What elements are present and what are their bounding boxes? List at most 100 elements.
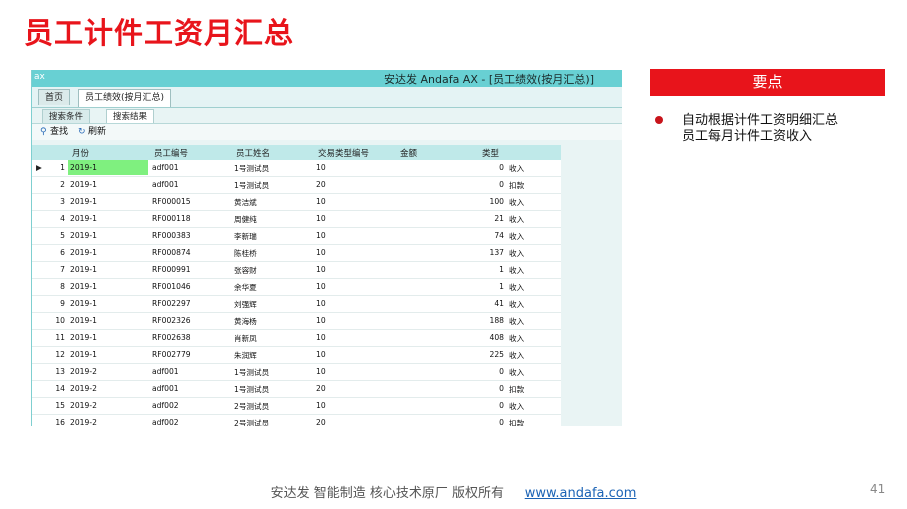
cell-transaction-type[interactable]: 10: [316, 367, 326, 376]
cell-employee-id[interactable]: RF000874: [152, 248, 191, 257]
cell-transaction-type[interactable]: 10: [316, 163, 326, 172]
table-row[interactable]: 7 2019-1 RF000991 张容财 10 1 收入: [32, 262, 561, 279]
cell-category[interactable]: 收入: [509, 214, 524, 225]
cell-category[interactable]: 收入: [509, 163, 524, 174]
cell-month[interactable]: 2019-2: [68, 367, 148, 376]
cell-month[interactable]: 2019-2: [68, 418, 148, 426]
row-number[interactable]: 16: [44, 418, 65, 426]
cell-transaction-type[interactable]: 10: [316, 248, 326, 257]
cell-month[interactable]: 2019-1: [68, 214, 148, 223]
cell-amount[interactable]: 74: [398, 231, 504, 240]
cell-employee-id[interactable]: adf001: [152, 180, 179, 189]
cell-employee-name[interactable]: 肖新凤: [234, 333, 257, 344]
column-header-employee-name[interactable]: 员工姓名: [236, 147, 270, 159]
cell-employee-id[interactable]: adf002: [152, 401, 179, 410]
row-number[interactable]: 4: [44, 214, 65, 223]
cell-amount[interactable]: 100: [398, 197, 505, 206]
cell-month[interactable]: 2019-1: [68, 265, 148, 274]
table-row[interactable]: ▶ 1 2019-1 adf001 1号测试员 10 0 收入: [32, 160, 561, 177]
cell-amount[interactable]: 1: [398, 282, 504, 291]
tab-home[interactable]: 首页: [38, 89, 71, 105]
cell-category[interactable]: 扣款: [509, 384, 524, 395]
cell-transaction-type[interactable]: 10: [316, 333, 326, 342]
cell-employee-name[interactable]: 朱润辉: [234, 350, 257, 361]
cell-month[interactable]: 2019-1: [68, 180, 148, 189]
table-row[interactable]: 13 2019-2 adf001 1号测试员 10 0 收入: [32, 364, 561, 381]
cell-employee-id[interactable]: RF002638: [152, 333, 191, 342]
cell-amount[interactable]: 21: [398, 214, 504, 223]
cell-employee-id[interactable]: RF000015: [152, 197, 191, 206]
cell-month[interactable]: 2019-1: [68, 160, 148, 175]
cell-employee-id[interactable]: RF000118: [152, 214, 191, 223]
cell-month[interactable]: 2019-1: [68, 282, 148, 291]
table-row[interactable]: 15 2019-2 adf002 2号测试员 10 0 收入: [32, 398, 561, 415]
cell-month[interactable]: 2019-1: [68, 350, 148, 359]
table-row[interactable]: 4 2019-1 RF000118 周健纯 10 21 收入: [32, 211, 561, 228]
cell-amount[interactable]: 41: [398, 299, 504, 308]
column-header-employee-id[interactable]: 员工编号: [154, 147, 188, 159]
cell-category[interactable]: 收入: [509, 265, 524, 276]
cell-category[interactable]: 扣款: [509, 418, 524, 426]
cell-employee-name[interactable]: 张容财: [234, 265, 257, 276]
tab-search-results[interactable]: 搜索结果: [106, 109, 155, 123]
cell-transaction-type[interactable]: 10: [316, 214, 326, 223]
cell-employee-id[interactable]: adf001: [152, 384, 179, 393]
cell-employee-name[interactable]: 陈桂桥: [234, 248, 257, 259]
row-number[interactable]: 8: [44, 282, 65, 291]
row-number[interactable]: 1: [44, 163, 65, 172]
row-number[interactable]: 2: [44, 180, 65, 189]
cell-transaction-type[interactable]: 10: [316, 197, 326, 206]
table-row[interactable]: 12 2019-1 RF002779 朱润辉 10 225 收入: [32, 347, 561, 364]
cell-employee-id[interactable]: RF002779: [152, 350, 191, 359]
column-header-category[interactable]: 类型: [482, 147, 499, 159]
cell-employee-name[interactable]: 1号测试员: [234, 163, 269, 174]
cell-transaction-type[interactable]: 10: [316, 299, 326, 308]
cell-amount[interactable]: 0: [398, 367, 504, 376]
cell-amount[interactable]: 0: [398, 384, 504, 393]
cell-employee-name[interactable]: 余华夏: [234, 282, 257, 293]
cell-transaction-type[interactable]: 10: [316, 401, 326, 410]
cell-employee-name[interactable]: 1号测试员: [234, 367, 269, 378]
cell-category[interactable]: 收入: [509, 231, 524, 242]
refresh-button[interactable]: ↻ 刷新: [78, 126, 106, 138]
cell-employee-name[interactable]: 黄洁斌: [234, 197, 257, 208]
row-number[interactable]: 6: [44, 248, 65, 257]
cell-employee-id[interactable]: RF000991: [152, 265, 191, 274]
cell-transaction-type[interactable]: 10: [316, 350, 326, 359]
table-row[interactable]: 10 2019-1 RF002326 黄海杨 10 188 收入: [32, 313, 561, 330]
cell-employee-name[interactable]: 黄海杨: [234, 316, 257, 327]
cell-category[interactable]: 收入: [509, 282, 524, 293]
cell-employee-name[interactable]: 周健纯: [234, 214, 257, 225]
search-button[interactable]: ⚲ 查找: [40, 126, 68, 138]
cell-month[interactable]: 2019-1: [68, 299, 148, 308]
cell-employee-name[interactable]: 1号测试员: [234, 180, 269, 191]
cell-transaction-type[interactable]: 20: [316, 384, 326, 393]
cell-employee-id[interactable]: adf002: [152, 418, 179, 426]
cell-month[interactable]: 2019-1: [68, 248, 148, 257]
cell-transaction-type[interactable]: 10: [316, 316, 326, 325]
tab-employee-performance[interactable]: 员工绩效(按月汇总): [78, 89, 172, 107]
row-number[interactable]: 3: [44, 197, 65, 206]
footer-link[interactable]: www.andafa.com: [525, 486, 637, 501]
cell-amount[interactable]: 0: [398, 401, 504, 410]
cell-amount[interactable]: 408: [398, 333, 505, 342]
cell-transaction-type[interactable]: 20: [316, 180, 326, 189]
cell-employee-name[interactable]: 李新瑞: [234, 231, 257, 242]
table-row[interactable]: 8 2019-1 RF001046 余华夏 10 1 收入: [32, 279, 561, 296]
cell-employee-id[interactable]: RF002326: [152, 316, 191, 325]
cell-amount[interactable]: 0: [398, 180, 504, 189]
cell-amount[interactable]: 0: [398, 163, 504, 172]
table-row[interactable]: 3 2019-1 RF000015 黄洁斌 10 100 收入: [32, 194, 561, 211]
cell-category[interactable]: 收入: [509, 350, 524, 361]
cell-month[interactable]: 2019-1: [68, 316, 148, 325]
row-number[interactable]: 15: [44, 401, 65, 410]
cell-category[interactable]: 收入: [509, 316, 524, 327]
cell-employee-name[interactable]: 2号测试员: [234, 401, 269, 412]
cell-employee-id[interactable]: RF002297: [152, 299, 191, 308]
cell-category[interactable]: 收入: [509, 401, 524, 412]
cell-category[interactable]: 收入: [509, 197, 524, 208]
column-header-month[interactable]: 月份: [72, 147, 89, 159]
cell-employee-id[interactable]: adf001: [152, 367, 179, 376]
cell-employee-id[interactable]: adf001: [152, 163, 179, 172]
row-number[interactable]: 13: [44, 367, 65, 376]
